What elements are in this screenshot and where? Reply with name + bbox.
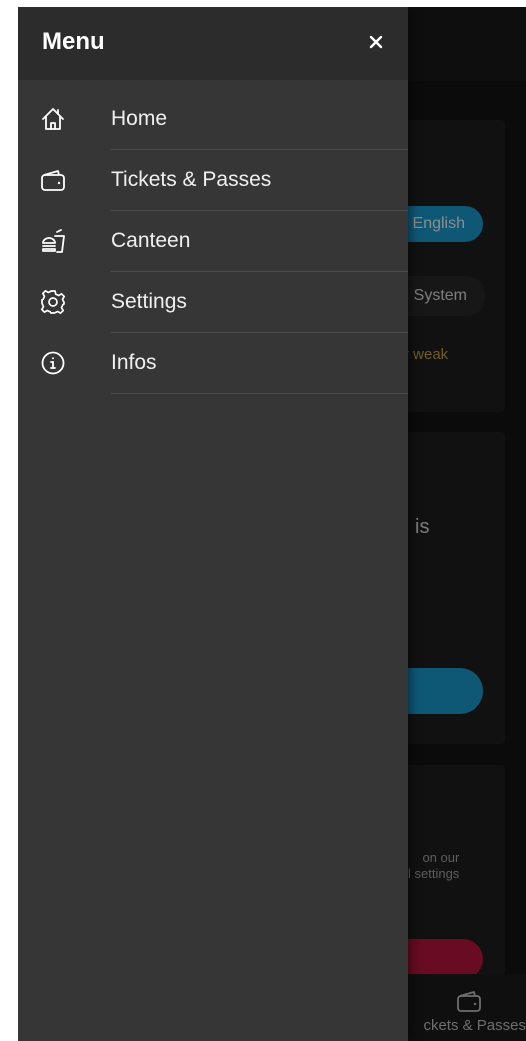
close-icon [369, 35, 383, 54]
close-drawer-button[interactable] [362, 30, 390, 58]
navigation-drawer: Menu Home Tickets & Passes Canteen Setti… [18, 7, 408, 1041]
nav-item-settings[interactable]: Settings [18, 272, 408, 333]
nav-divider [111, 393, 408, 394]
nav-item-canteen-label: Canteen [111, 229, 191, 252]
nav-item-infos[interactable]: Infos [18, 333, 408, 394]
drawer-title: Menu [42, 28, 105, 55]
nav-item-home-label: Home [111, 107, 168, 130]
wallet-icon [40, 167, 66, 193]
nav-item-settings-label: Settings [111, 290, 187, 313]
gear-icon [40, 289, 66, 315]
food-icon [40, 228, 66, 254]
info-icon [40, 350, 66, 376]
nav-item-infos-label: Infos [111, 351, 157, 374]
nav-item-tickets-passes[interactable]: Tickets & Passes [18, 150, 408, 211]
drawer-header: Menu [18, 7, 408, 80]
app-screen: English System r weak is on our l settin… [18, 7, 526, 1041]
home-icon [40, 106, 66, 132]
nav-item-tickets-passes-label: Tickets & Passes [111, 168, 272, 191]
nav-item-canteen[interactable]: Canteen [18, 211, 408, 272]
nav-item-home[interactable]: Home [18, 89, 408, 150]
